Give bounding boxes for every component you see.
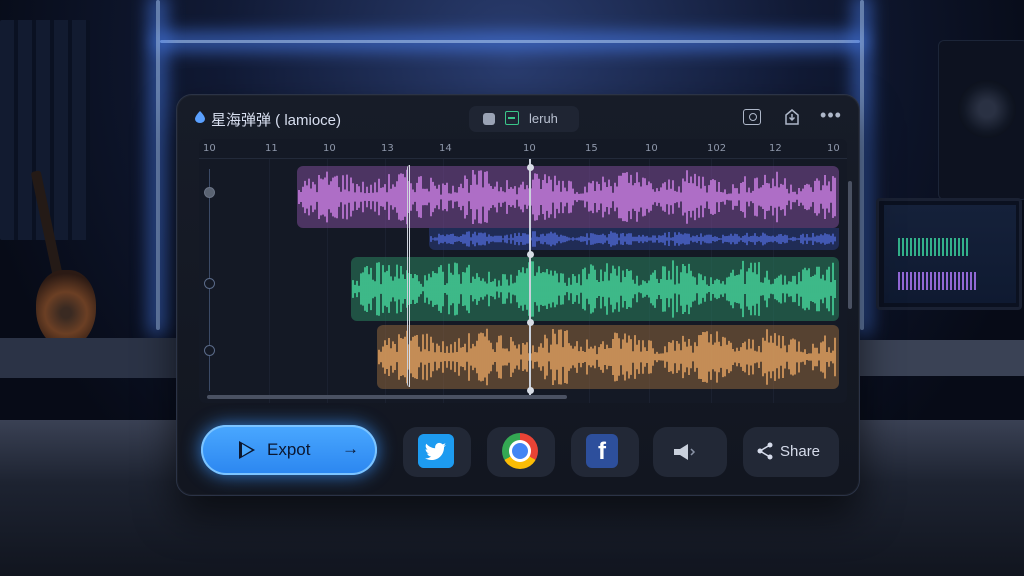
- track-handle-1[interactable]: [204, 187, 215, 198]
- ceiling-light-right: [860, 0, 864, 330]
- chrome-icon: [502, 433, 538, 469]
- ruler-label: 11: [265, 143, 278, 154]
- playhead-knob[interactable]: [527, 387, 534, 394]
- waveform: [352, 260, 836, 318]
- waveform-path: [298, 169, 836, 225]
- selection-start-marker[interactable]: [407, 165, 410, 387]
- guitar: [36, 270, 96, 348]
- playhead-knob[interactable]: [527, 319, 534, 326]
- ceiling-light-left: [156, 0, 160, 330]
- megaphone-icon: [674, 444, 696, 460]
- ruler-label: 10: [645, 143, 658, 154]
- waveform: [298, 169, 836, 225]
- monitor-wave: [898, 272, 978, 290]
- waveform: [430, 231, 836, 247]
- waveform-path: [352, 260, 836, 318]
- horizontal-scrollbar[interactable]: [207, 395, 567, 399]
- timeline-ruler[interactable]: 10 11 10 13 14 10 15 10 102 12 10: [199, 139, 847, 159]
- app-logo-icon: [195, 111, 205, 123]
- ruler-label: 15: [585, 143, 598, 154]
- playhead[interactable]: [529, 159, 531, 397]
- title-bar: 星海弹弹 ( lamiocе) lеruh •••: [177, 95, 859, 139]
- playhead-knob[interactable]: [527, 164, 534, 171]
- share-icon: [757, 442, 773, 460]
- ruler-label: 10: [827, 143, 840, 154]
- export-button[interactable]: Expot →: [201, 425, 377, 475]
- track-icon[interactable]: [505, 111, 519, 125]
- monitor-wave: [898, 238, 968, 256]
- app-title: 星海弹弹 ( lamiocе): [211, 112, 342, 129]
- ruler-label: 10: [323, 143, 336, 154]
- timeline[interactable]: 10 11 10 13 14 10 15 10 102 12 10: [199, 139, 847, 403]
- waveform: [378, 328, 836, 386]
- more-icon[interactable]: •••: [819, 106, 843, 125]
- export-icon[interactable]: [783, 109, 801, 125]
- stop-icon[interactable]: [483, 113, 495, 125]
- ruler-label: 102: [707, 143, 727, 154]
- ruler-label: 10: [203, 143, 216, 154]
- arrow-right-icon: →: [342, 439, 359, 458]
- ruler-label: 14: [439, 143, 452, 154]
- facebook-icon: f: [586, 434, 618, 468]
- waveform-path: [430, 231, 836, 247]
- vertical-scrollbar[interactable]: [848, 181, 852, 309]
- ruler-label: 13: [381, 143, 394, 154]
- play-icon: [239, 441, 255, 459]
- grid-line: [269, 159, 270, 403]
- share-button-label: Share: [780, 443, 821, 460]
- camera-icon[interactable]: [743, 109, 761, 125]
- center-toolbar-label: lеruh: [529, 111, 558, 126]
- audio-clip-green[interactable]: [351, 257, 839, 321]
- speaker-woofer: [958, 80, 1016, 138]
- waveform-path: [378, 328, 836, 386]
- audio-clip-blue[interactable]: [429, 228, 839, 250]
- audio-clip-orange[interactable]: [377, 325, 839, 389]
- track-handle-2[interactable]: [204, 278, 215, 289]
- track-handle-3[interactable]: [204, 345, 215, 356]
- ceiling-light: [160, 40, 860, 43]
- export-button-label: Expot: [267, 440, 311, 459]
- twitter-icon: [418, 434, 454, 468]
- playhead-knob[interactable]: [527, 251, 534, 258]
- ruler-label: 12: [769, 143, 782, 154]
- right-desk: [860, 340, 1024, 376]
- ruler-label: 10: [523, 143, 536, 154]
- audio-clip-purple[interactable]: [297, 166, 839, 228]
